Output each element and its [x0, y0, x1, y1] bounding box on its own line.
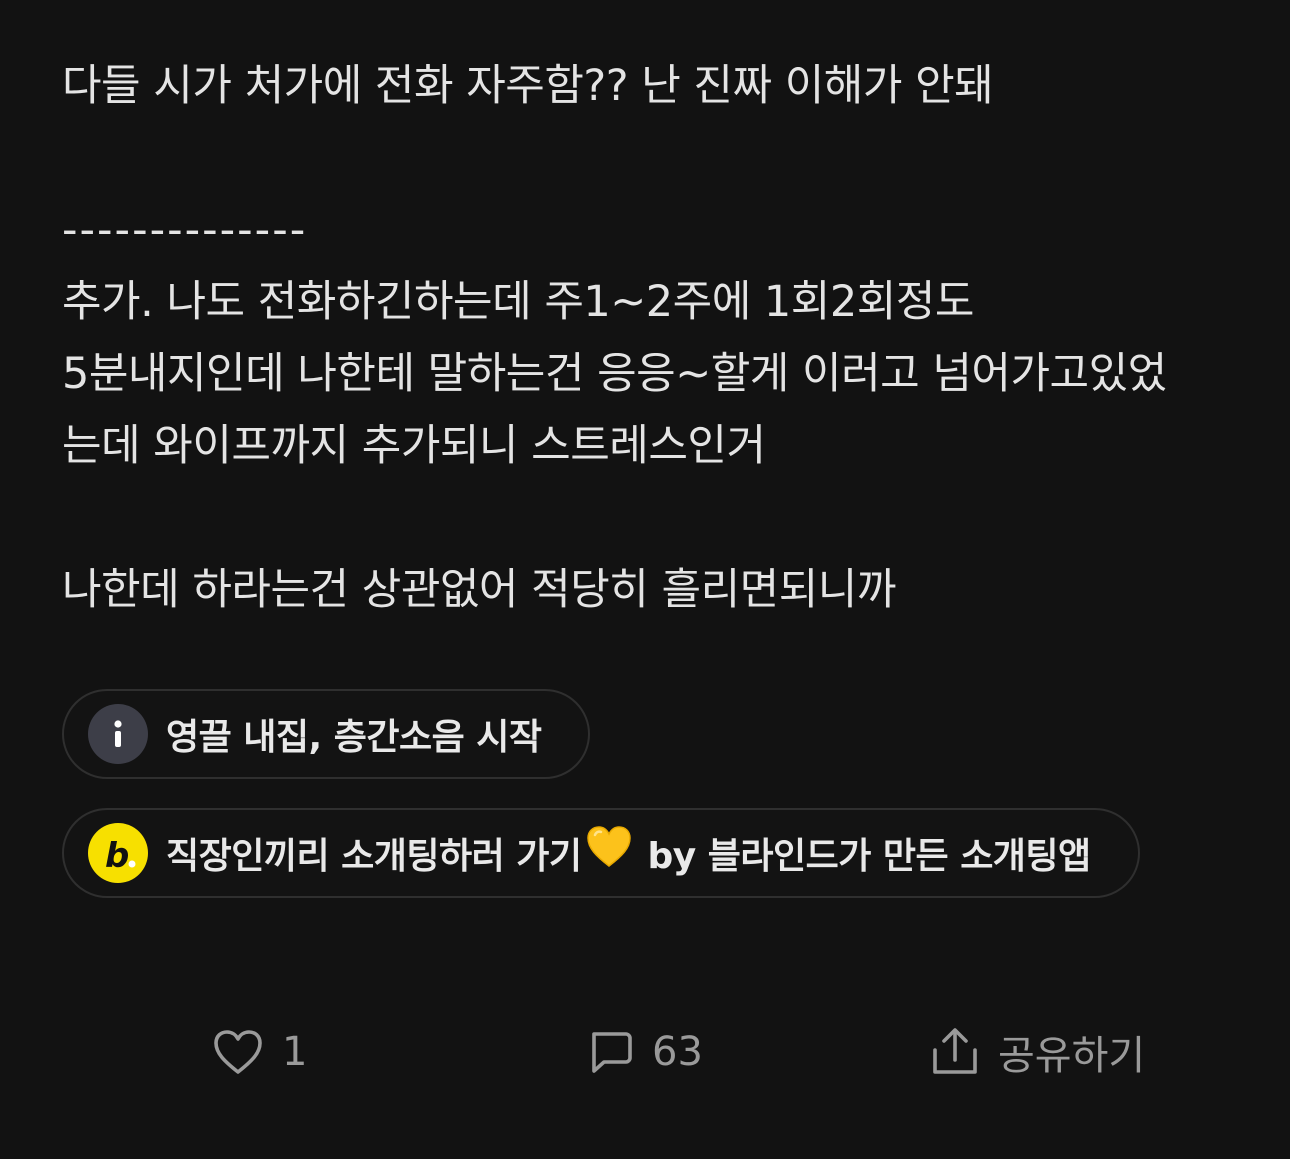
share-label: 공유하기	[998, 1033, 1146, 1079]
post-divider: --------------	[62, 205, 308, 255]
yellow-heart-icon	[586, 825, 632, 873]
svg-text:b: b	[105, 836, 129, 876]
heart-outline-icon	[214, 1030, 262, 1074]
like-button[interactable]: 1	[212, 1022, 307, 1082]
comment-count: 63	[652, 1029, 703, 1075]
ad-label-main: 직장인끼리 소개팅하러 가기	[166, 836, 582, 877]
blind-dating-logo-icon: b	[88, 823, 148, 883]
post-action-bar: 1 63 공유하기	[0, 1022, 1290, 1082]
share-upload-icon	[933, 1028, 977, 1074]
share-button[interactable]: 공유하기	[930, 1022, 1145, 1082]
info-icon	[88, 704, 148, 764]
post-title: 다들 시가 처가에 전화 자주함?? 난 진짜 이해가 안돼	[62, 61, 994, 111]
comment-button[interactable]: 63	[586, 1022, 703, 1082]
related-topic-chip[interactable]: 영끌 내집, 층간소음 시작	[62, 689, 590, 779]
post-body: 다들 시가 처가에 전화 자주함?? 난 진짜 이해가 안돼 ---------…	[62, 50, 1242, 626]
blind-dating-ad-chip[interactable]: b 직장인끼리 소개팅하러 가기 by 블라인드가 만든 소개팅앱	[62, 808, 1140, 898]
like-count: 1	[282, 1029, 308, 1075]
post-line-3: 는데 와이프까지 추가되니 스트레스인거	[62, 421, 766, 471]
related-topic-label: 영끌 내집, 층간소음 시작	[166, 717, 542, 758]
post-closing-line: 나한데 하라는건 상관없어 적당히 흘리면되니까	[62, 565, 896, 615]
speech-bubble-icon	[592, 1032, 632, 1073]
ad-label-by: by 블라인드가 만든 소개팅앱	[647, 836, 1092, 877]
post-line-1: 추가. 나도 전화하긴하는데 주1~2주에 1회2회정도	[62, 277, 974, 327]
post-line-2: 5분내지인데 나한테 말하는건 응응~할게 이러고 넘어가고있었	[62, 349, 1167, 399]
